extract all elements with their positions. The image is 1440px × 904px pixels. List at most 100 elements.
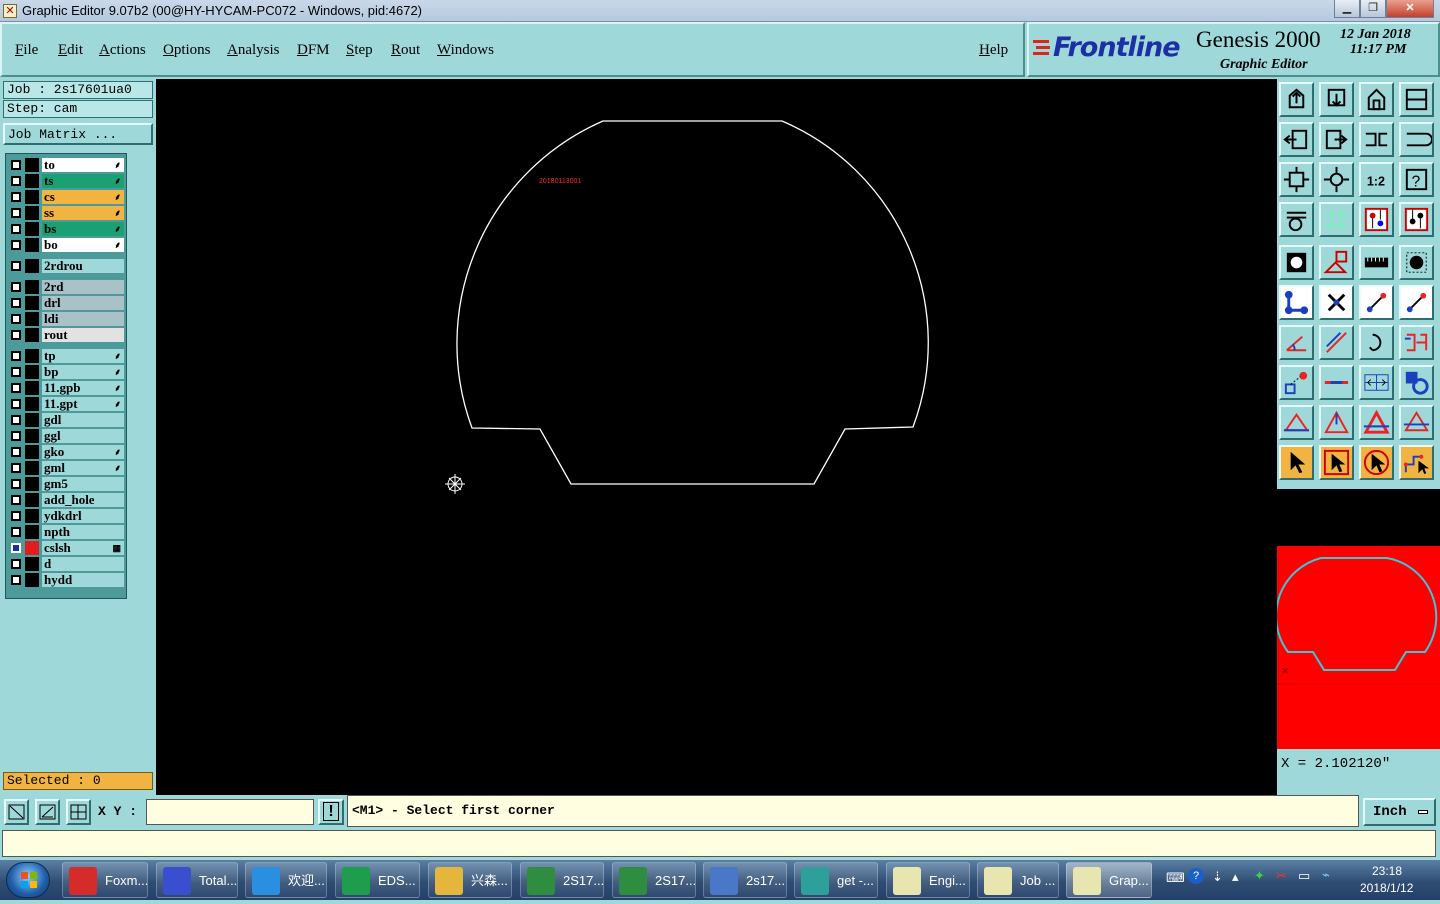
layer-name[interactable]: d [42,557,124,571]
layer-checkbox[interactable] [11,208,21,218]
tool-button-measure[interactable] [1359,245,1394,280]
grid-snap-button[interactable] [66,799,91,825]
taskbar-item[interactable]: Engi... [886,862,970,898]
layer-row-ss[interactable]: ss ⸙ [8,206,126,220]
menu-step[interactable]: Step [346,42,373,59]
menu-windows[interactable]: Windows [437,42,494,59]
taskbar-item[interactable]: Total... [156,862,238,898]
layer-checkbox[interactable] [11,527,21,537]
layer-row-cs[interactable]: cs ⸙ [8,190,126,204]
tool-button-rotate[interactable] [1319,245,1354,280]
layer-row-gko[interactable]: gko ⸙ [8,445,126,459]
layer-name[interactable]: bo ⸙ [42,238,124,252]
tool-button-copy-point[interactable] [1399,285,1434,320]
layer-checkbox[interactable] [11,224,21,234]
menu-analysis[interactable]: Analysis [227,42,280,59]
layer-name[interactable]: gml ⸙ [42,461,124,475]
tool-button-query[interactable]: ? [1399,162,1434,197]
ime-icon[interactable]: ⇣ [1212,869,1223,885]
layer-checkbox[interactable] [11,261,21,271]
tool-button-zoom-fit[interactable] [1279,162,1314,197]
layer-name[interactable]: add_hole [42,493,124,507]
zoom-window-button[interactable] [4,799,29,825]
layer-row-11-gpt[interactable]: 11.gpt ⸙ [8,397,126,411]
layer-color-swatch[interactable] [25,328,39,342]
layer-name[interactable]: ggl [42,429,124,443]
tool-button-group[interactable] [1399,365,1434,400]
layer-color-swatch[interactable] [25,541,39,555]
layer-color-swatch[interactable] [25,222,39,236]
layer-color-swatch[interactable] [25,509,39,523]
layer-row-d[interactable]: d [8,557,126,571]
layer-name[interactable]: 2rdrou [42,259,124,273]
tool-button-angle[interactable] [1279,325,1314,360]
layer-name[interactable]: cs ⸙ [42,190,124,204]
layer-checkbox[interactable] [11,511,21,521]
layer-row-bs[interactable]: bs ⸙ [8,222,126,236]
layer-name[interactable]: drl [42,296,124,310]
help-icon[interactable]: ? [1188,868,1204,884]
layer-name[interactable]: rout [42,328,124,342]
tool-button-select-box[interactable] [1319,445,1354,480]
layer-name[interactable]: cslsh ▦ [42,541,124,555]
menu-options[interactable]: Options [163,42,211,59]
menu-edit[interactable]: Edit [58,42,83,59]
layer-color-swatch[interactable] [25,312,39,326]
clock-date[interactable]: 2018/1/12 [1360,881,1413,895]
taskbar-item[interactable]: 2s17... [703,862,787,898]
tool-button-pad[interactable] [1399,245,1434,280]
layer-row-ggl[interactable]: ggl [8,429,126,443]
layer-name[interactable]: ldi [42,312,124,326]
layer-checkbox[interactable] [11,383,21,393]
layer-name[interactable]: ydkdrl [42,509,124,523]
layer-row-gdl[interactable]: gdl [8,413,126,427]
layer-checkbox[interactable] [11,399,21,409]
tray-expand-icon[interactable]: ▴ [1232,869,1239,885]
layer-color-swatch[interactable] [25,280,39,294]
taskbar-item[interactable]: Grap... [1066,862,1152,898]
menu-help[interactable]: Help [979,42,1008,59]
app-tray-icon[interactable]: ✦ [1254,868,1265,884]
layer-checkbox[interactable] [11,543,21,553]
tool-button-export[interactable] [1319,122,1354,157]
layer-color-swatch[interactable] [25,557,39,571]
layer-color-swatch[interactable] [25,429,39,443]
layer-name[interactable]: ts ⸙ [42,174,124,188]
layer-row-ydkdrl[interactable]: ydkdrl [8,509,126,523]
job-matrix-button[interactable]: Job Matrix ... [3,123,153,145]
tool-button-zoom-home[interactable] [1319,162,1354,197]
tool-button-grid[interactable] [1319,202,1354,237]
tool-button-delete[interactable] [1319,285,1354,320]
layer-checkbox[interactable] [11,479,21,489]
keyboard-icon[interactable]: ⌨ [1166,870,1185,886]
layer-color-swatch[interactable] [25,461,39,475]
layer-name[interactable]: bp ⸙ [42,365,124,379]
tool-tray-icon[interactable]: ✂ [1276,868,1287,884]
layer-name[interactable]: gm5 [42,477,124,491]
tool-button-import[interactable] [1279,122,1314,157]
layer-color-swatch[interactable] [25,349,39,363]
layer-row-bp[interactable]: bp ⸙ [8,365,126,379]
tool-button-triangle-b[interactable] [1399,405,1434,440]
layer-color-swatch[interactable] [25,445,39,459]
tool-button-align[interactable] [1279,365,1314,400]
start-button[interactable] [6,862,50,898]
layer-row-ts[interactable]: ts ⸙ [8,174,126,188]
taskbar-item[interactable]: 兴森... [428,862,512,898]
taskbar-item[interactable]: get -... [794,862,878,898]
tool-button-line[interactable] [1319,325,1354,360]
maximize-button[interactable]: ❐ [1360,0,1386,18]
layer-row-add-hole[interactable]: add_hole [8,493,126,507]
layer-name[interactable]: gdl [42,413,124,427]
layer-checkbox[interactable] [11,330,21,340]
layer-checkbox[interactable] [11,575,21,585]
layer-row-bo[interactable]: bo ⸙ [8,238,126,252]
layer-name[interactable]: 11.gpt ⸙ [42,397,124,411]
layer-color-swatch[interactable] [25,493,39,507]
layer-name[interactable]: 11.gpb ⸙ [42,381,124,395]
layer-row-gml[interactable]: gml ⸙ [8,461,126,475]
taskbar-item[interactable]: Foxm... [62,862,148,898]
tool-button-select-path[interactable] [1399,445,1434,480]
layer-color-swatch[interactable] [25,238,39,252]
taskbar-item[interactable]: 欢迎... [245,862,327,898]
